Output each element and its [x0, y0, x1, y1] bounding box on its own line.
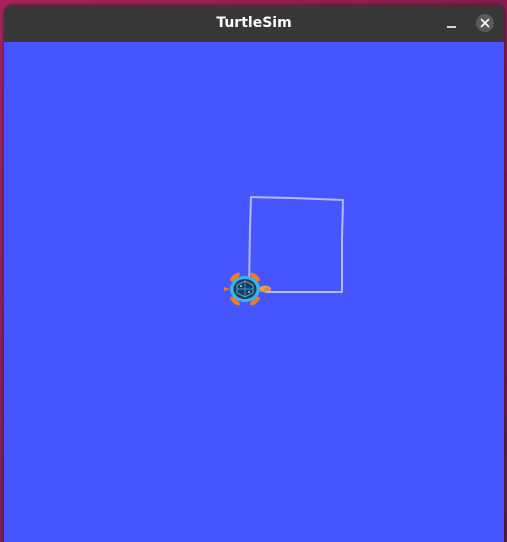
turtle-canvas [4, 42, 504, 542]
close-icon [480, 18, 490, 28]
window-title: TurtleSim [216, 15, 292, 31]
close-button[interactable] [476, 14, 494, 32]
desktop-background: TurtleSim [0, 0, 507, 542]
turtlesim-window: TurtleSim [4, 5, 504, 542]
minimize-button[interactable] [440, 12, 464, 36]
title-bar[interactable]: TurtleSim [4, 5, 504, 42]
